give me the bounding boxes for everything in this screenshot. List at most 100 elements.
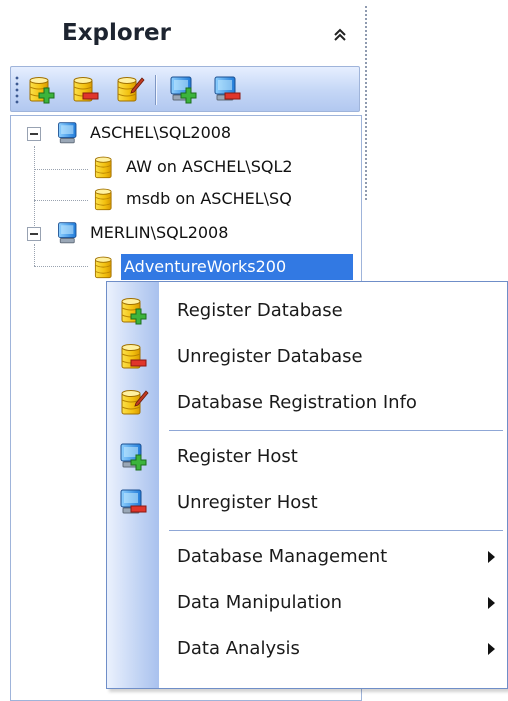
unregister-database-button[interactable]	[69, 74, 101, 106]
splitter-dot	[365, 74, 367, 76]
collapse-toggle-icon[interactable]	[27, 127, 41, 141]
splitter-dot	[365, 134, 367, 136]
explorer-toolbar	[10, 66, 360, 112]
tree-node-database[interactable]: msdb on ASCHEL\SQ	[11, 184, 361, 216]
submenu-arrow-icon	[488, 597, 495, 609]
menu-item-database-registration-info[interactable]: Database Registration Info	[107, 380, 507, 426]
splitter-dot	[365, 62, 367, 64]
menu-item-label: Register Database	[177, 300, 343, 321]
server-icon	[55, 120, 83, 148]
db-add-icon	[25, 74, 57, 106]
splitter-dot	[365, 14, 367, 16]
splitter-dot	[365, 34, 367, 36]
splitter-dot	[365, 66, 367, 68]
toolbar-separator	[155, 75, 157, 105]
splitter-dot	[365, 106, 367, 108]
db-add-icon	[117, 295, 149, 327]
unregister-host-button[interactable]	[211, 74, 243, 106]
menu-item-label: Unregister Database	[177, 346, 363, 367]
collapse-chevron-icon[interactable]	[329, 24, 351, 46]
splitter-dot	[365, 138, 367, 140]
splitter-dot	[365, 126, 367, 128]
menu-item-label: Unregister Host	[177, 492, 318, 513]
splitter-dot	[365, 58, 367, 60]
host-remove-icon	[211, 74, 243, 106]
splitter-dot	[365, 118, 367, 120]
splitter-dot	[365, 174, 367, 176]
splitter-dot	[365, 38, 367, 40]
toolbar-grip[interactable]	[15, 75, 19, 105]
pane-splitter[interactable]	[362, 0, 372, 205]
splitter-dot	[365, 178, 367, 180]
tree-node-label: MERLIN\SQL2008	[90, 223, 229, 242]
splitter-dot	[365, 42, 367, 44]
menu-item-register-host[interactable]: Register Host	[107, 434, 507, 480]
splitter-dot	[365, 162, 367, 164]
splitter-dot	[365, 170, 367, 172]
splitter-dot	[365, 98, 367, 100]
splitter-dot	[365, 182, 367, 184]
splitter-dot	[365, 198, 367, 200]
tree-node-label: msdb on ASCHEL\SQ	[126, 189, 292, 208]
tree-node-label: ASCHEL\SQL2008	[90, 123, 232, 142]
tree-node-label: AdventureWorks200	[121, 254, 353, 280]
splitter-dot	[365, 186, 367, 188]
context-menu: Register Database Unregister Database Da…	[106, 281, 508, 689]
explorer-header: Explorer	[0, 0, 362, 66]
tree-node-database[interactable]: AW on ASCHEL\SQL2	[11, 152, 361, 184]
menu-item-data-analysis[interactable]: Data Analysis	[107, 626, 507, 672]
splitter-dot	[365, 146, 367, 148]
splitter-dot	[365, 22, 367, 24]
splitter-dot	[365, 154, 367, 156]
tree-node-host[interactable]: MERLIN\SQL2008	[11, 218, 361, 250]
menu-item-label: Data Manipulation	[177, 592, 343, 613]
submenu-arrow-icon	[488, 643, 495, 655]
menu-item-label: Database Registration Info	[177, 392, 417, 413]
database-registration-info-button[interactable]	[113, 74, 145, 106]
splitter-dot	[365, 94, 367, 96]
database-icon	[91, 186, 119, 214]
splitter-dot	[365, 46, 367, 48]
register-database-button[interactable]	[25, 74, 57, 106]
splitter-dot	[365, 130, 367, 132]
menu-item-database-management[interactable]: Database Management	[107, 534, 507, 580]
splitter-dot	[365, 10, 367, 12]
explorer-title: Explorer	[62, 20, 171, 46]
splitter-dot	[365, 114, 367, 116]
tree-node-host[interactable]: ASCHEL\SQL2008	[11, 118, 361, 150]
register-host-button[interactable]	[167, 74, 199, 106]
splitter-dot	[365, 166, 367, 168]
splitter-dot	[365, 78, 367, 80]
submenu-arrow-icon	[488, 551, 495, 563]
menu-item-label: Database Management	[177, 546, 388, 567]
menu-item-unregister-database[interactable]: Unregister Database	[107, 334, 507, 380]
tree-node-label: AW on ASCHEL\SQL2	[126, 157, 293, 176]
splitter-dot	[365, 30, 367, 32]
host-add-icon	[167, 74, 199, 106]
splitter-dot	[365, 110, 367, 112]
splitter-dot	[365, 150, 367, 152]
tree-node-database[interactable]: AdventureWorks200	[11, 252, 361, 284]
splitter-dot	[365, 142, 367, 144]
splitter-dot	[365, 54, 367, 56]
menu-item-unregister-host[interactable]: Unregister Host	[107, 480, 507, 526]
menu-item-label: Register Host	[177, 446, 298, 467]
splitter-dot	[365, 190, 367, 192]
splitter-dot	[365, 102, 367, 104]
menu-separator	[169, 430, 503, 431]
splitter-dot	[365, 90, 367, 92]
splitter-dot	[365, 50, 367, 52]
splitter-dot	[365, 194, 367, 196]
database-icon	[91, 154, 119, 182]
db-edit-icon	[117, 387, 149, 419]
menu-item-data-manipulation[interactable]: Data Manipulation	[107, 580, 507, 626]
splitter-dot	[365, 18, 367, 20]
host-add-icon	[117, 441, 149, 473]
menu-item-register-database[interactable]: Register Database	[107, 288, 507, 334]
splitter-dot	[365, 122, 367, 124]
host-remove-icon	[117, 487, 149, 519]
menu-separator	[169, 530, 503, 531]
server-icon	[55, 220, 83, 248]
collapse-toggle-icon[interactable]	[27, 227, 41, 241]
database-icon	[91, 254, 119, 282]
